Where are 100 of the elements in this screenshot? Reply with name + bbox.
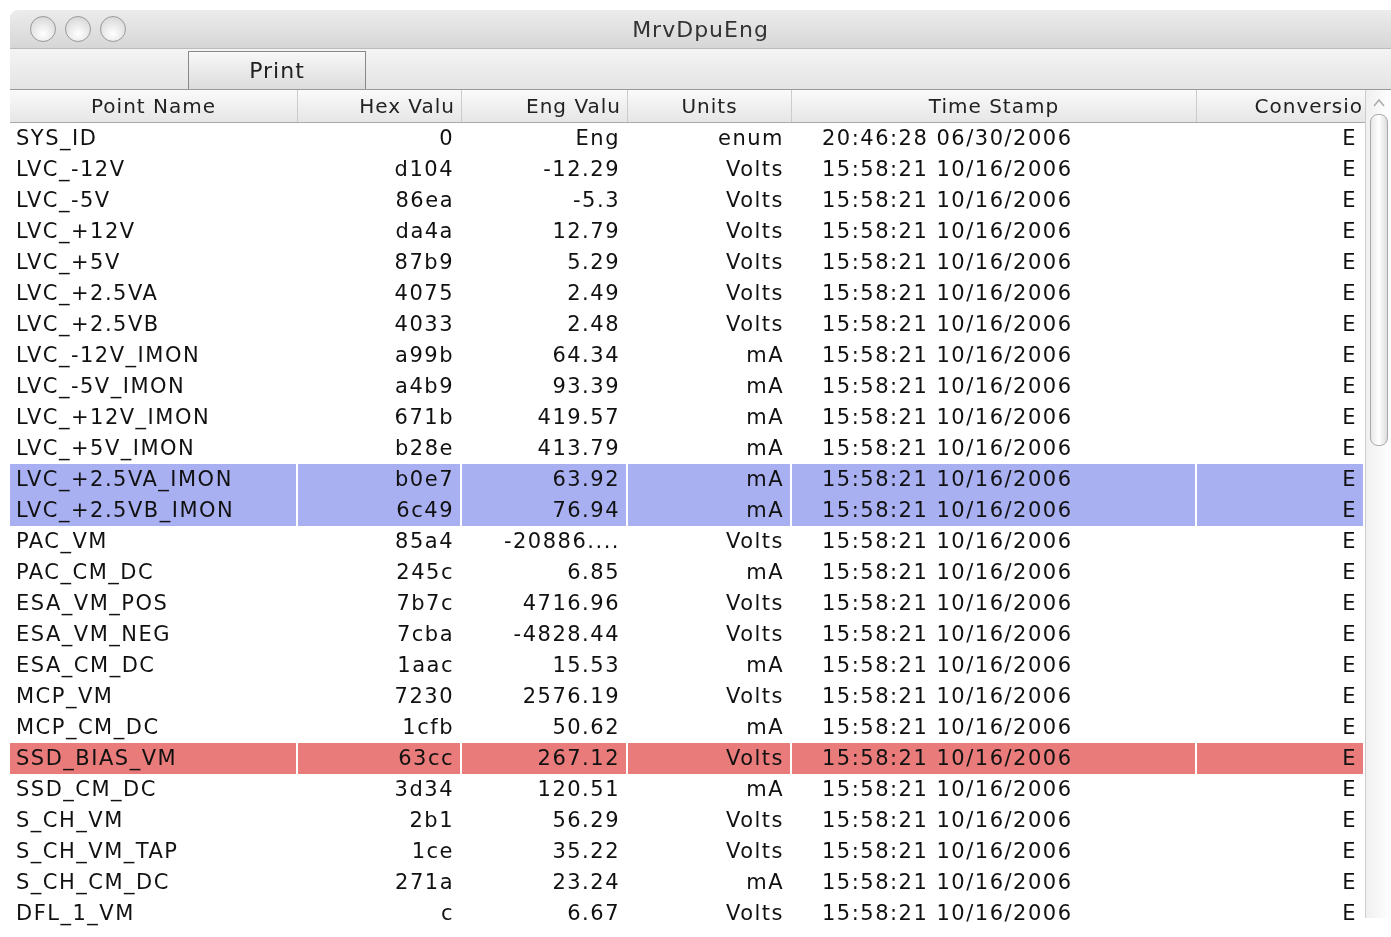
table-cell: 15:58:21 10/16/2006 — [792, 743, 1197, 774]
table-cell-text: 15:58:21 10/16/2006 — [821, 435, 1074, 462]
table-cell: 267.12 — [462, 743, 628, 774]
table-cell-text: 15:58:21 10/16/2006 — [821, 311, 1074, 338]
minimize-button[interactable] — [65, 16, 91, 42]
table-cell-text: 15:58:21 10/16/2006 — [821, 900, 1074, 927]
table-cell-text: E — [1341, 559, 1358, 586]
table-cell-text: PAC_VM — [15, 528, 109, 556]
table-cell-text: -5.3 — [572, 187, 621, 214]
table-cell-text: 15:58:21 10/16/2006 — [821, 838, 1074, 865]
column-header[interactable]: Time Stamp — [792, 90, 1197, 122]
table-cell-text: 15:58:21 10/16/2006 — [821, 590, 1074, 617]
table-cell-text: mA — [745, 714, 785, 741]
table-cell-text: mA — [745, 776, 785, 803]
table-cell-text: mA — [745, 559, 785, 586]
table-cell-text: 0 — [438, 125, 455, 152]
table-cell-text: ESA_CM_DC — [15, 652, 157, 680]
table-cell-text: E — [1341, 218, 1358, 245]
table-cell-text: Volts — [724, 807, 785, 834]
table-cell-text: 3d34 — [393, 776, 455, 803]
table-cell-text: E — [1341, 838, 1358, 865]
table-cell-text: 15:58:21 10/16/2006 — [821, 807, 1074, 834]
print-button[interactable]: Print — [188, 51, 366, 89]
table-cell-text: mA — [745, 869, 785, 896]
table-cell-text: da4a — [394, 218, 455, 245]
table-cell-text: LVC_-5V_IMON — [15, 373, 187, 401]
scroll-up-icon[interactable] — [1371, 98, 1386, 108]
table-cell-text: MCP_CM_DC — [15, 714, 161, 742]
table-cell-text: Volts — [724, 683, 785, 710]
table-cell-text: 413.79 — [536, 435, 621, 462]
table-cell-text: E — [1341, 280, 1358, 307]
table-cell-text: 7cba — [395, 621, 455, 648]
table-cell-text: 23.24 — [551, 869, 621, 896]
table-cell-text: 15:58:21 10/16/2006 — [821, 249, 1074, 276]
table-cell-text: SYS_ID — [15, 125, 99, 153]
table-cell-text: mA — [745, 373, 785, 400]
scrollbar[interactable] — [1365, 90, 1391, 918]
table-cell-text: Volts — [724, 218, 785, 245]
table-cell-text: mA — [745, 342, 785, 369]
table-cell-text: Eng — [574, 125, 621, 152]
table-cell-text: Volts — [724, 590, 785, 617]
table-cell-text: 15:58:21 10/16/2006 — [821, 683, 1074, 710]
table-cell-text: 15:58:21 10/16/2006 — [821, 621, 1074, 648]
table-cell-text: MCP_VM — [15, 683, 115, 711]
table-cell-text: LVC_+12V_IMON — [15, 404, 212, 432]
table-cell-text: 15:58:21 10/16/2006 — [821, 869, 1074, 896]
table-cell-text: Volts — [724, 621, 785, 648]
table-cell-text: 120.51 — [536, 776, 621, 803]
table-cell-text: 4075 — [393, 280, 455, 307]
table-cell: 63cc — [298, 743, 462, 774]
table-cell-text: E — [1341, 869, 1358, 896]
table-cell-text: Volts — [724, 187, 785, 214]
table-cell-text: S_CH_CM_DC — [15, 869, 171, 897]
table-cell-text: E — [1341, 590, 1358, 617]
close-button[interactable] — [30, 16, 56, 42]
table-cell-text: E — [1341, 652, 1358, 679]
table-cell-text: LVC_+2.5VA — [15, 280, 160, 308]
table-cell-text: 15:58:21 10/16/2006 — [821, 280, 1074, 307]
table-cell-text: a99b — [394, 342, 455, 369]
table-cell-text: 86ea — [394, 187, 455, 214]
column-header[interactable]: Units — [628, 90, 792, 122]
table-cell-text: DFL_1_VM — [15, 900, 136, 928]
table-cell-text: 12.79 — [551, 218, 621, 245]
table-cell-text: 245c — [395, 559, 455, 586]
table-cell-text: S_CH_VM_TAP — [15, 838, 180, 866]
table-cell-text: E — [1341, 125, 1358, 152]
table-cell-text: 7230 — [393, 683, 455, 710]
table-cell: b0e7 — [298, 464, 462, 495]
table-cell-text: SSD_CM_DC — [15, 776, 158, 804]
column-header[interactable]: Eng Valu — [462, 90, 628, 122]
table-cell-text: E — [1341, 621, 1358, 648]
table-cell-text: -4828.44 — [512, 621, 621, 648]
table-cell-text: Volts — [724, 249, 785, 276]
table-cell-text: c — [439, 900, 455, 927]
table-cell-text: E — [1341, 404, 1358, 431]
table-cell-text: S_CH_VM — [15, 807, 125, 835]
table-cell: E — [1197, 495, 1365, 526]
column-header[interactable]: Point Name — [10, 90, 298, 122]
scroll-thumb[interactable] — [1369, 114, 1388, 446]
column-header[interactable]: Hex Valu — [298, 90, 462, 122]
table-cell-text: Volts — [724, 900, 785, 927]
table-cell-text: mA — [745, 404, 785, 431]
table-cell-text: 1ce — [410, 838, 455, 865]
table-cell: E — [1197, 464, 1365, 495]
table-cell-text: E — [1341, 776, 1358, 803]
table-cell: E — [1197, 743, 1365, 774]
column-header[interactable]: Conversio — [1197, 90, 1365, 122]
table-cell-text: 2576.19 — [521, 683, 621, 710]
table-cell-text: E — [1341, 249, 1358, 276]
table-cell-text: 85a4 — [394, 528, 455, 555]
table-cell-text: mA — [745, 435, 785, 462]
table-cell-text: 93.39 — [551, 373, 621, 400]
zoom-button[interactable] — [100, 16, 126, 42]
table-cell: LVC_+2.5VB_IMON — [10, 495, 298, 526]
table-cell-text: ESA_VM_POS — [15, 590, 170, 618]
table-cell-text: 15:58:21 10/16/2006 — [821, 714, 1074, 741]
table-cell-text: 6.85 — [566, 559, 621, 586]
table-cell-text: LVC_+5V — [15, 249, 122, 277]
table-cell-text: E — [1341, 187, 1358, 214]
table-cell-text: 2.48 — [566, 311, 621, 338]
